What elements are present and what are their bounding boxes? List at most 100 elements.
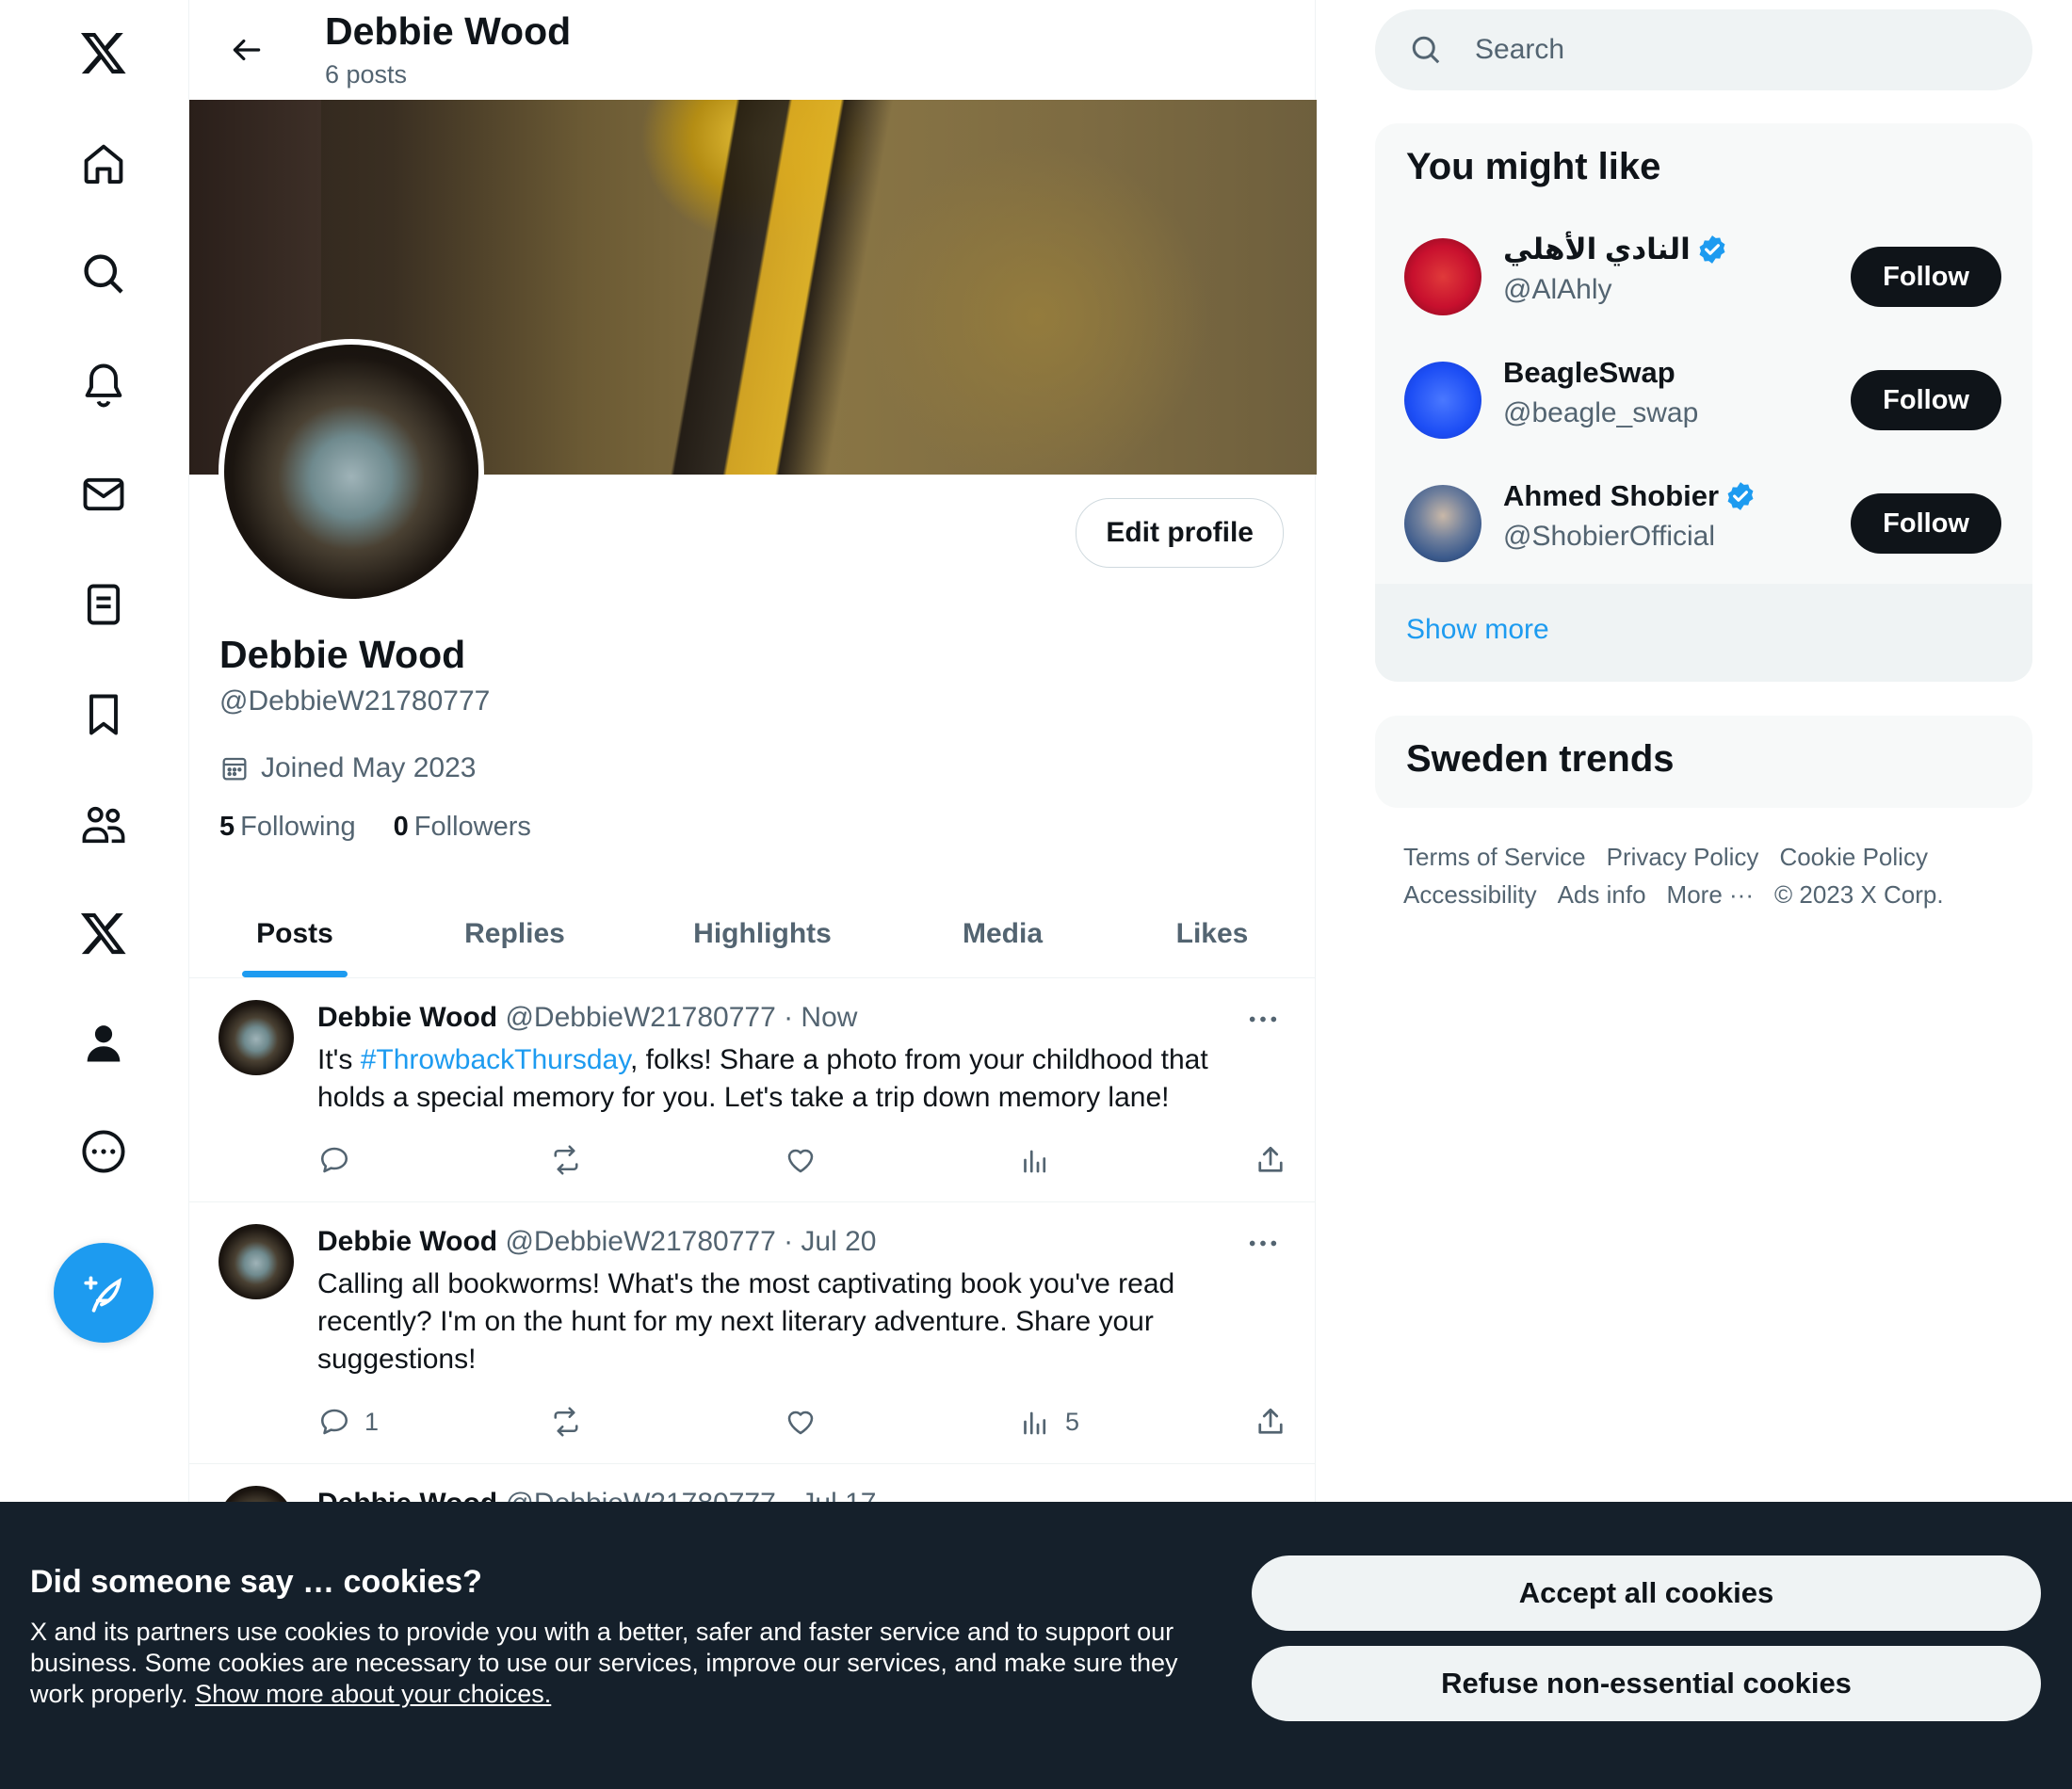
tab-label: Likes [1175,918,1249,949]
copyright-text: © 2023 X Corp. [1773,880,1944,909]
search-icon [1412,36,1440,64]
trends-title: Sweden trends [1406,738,1675,780]
repost-button[interactable] [549,1401,596,1442]
cookie-choices-link[interactable]: Show more about your choices. [195,1680,551,1708]
share-button[interactable] [1254,1401,1301,1442]
post-header: Debbie Wood @DebbieW21780777 · Now [317,1002,857,1034]
repost-button[interactable] [549,1139,596,1181]
post-more-button[interactable] [1239,1224,1287,1262]
verified-badge-icon [1727,482,1754,510]
account-name: Ahmed Shobier [1503,479,1720,512]
post-avatar[interactable] [219,1224,294,1299]
tab-media[interactable]: Media [896,891,1109,977]
reply-button[interactable] [317,1139,364,1181]
post-header: Debbie Wood @DebbieW21780777 · Jul 20 [317,1226,876,1258]
suggested-account[interactable]: BeagleSwap @beagle_swap Follow [1375,339,2032,461]
share-upload-icon [1258,1146,1283,1172]
premium-x-icon[interactable] [71,900,137,966]
followers-label: Followers [413,812,531,842]
repost-icon [554,1407,578,1437]
search-input[interactable]: Search [1375,9,2032,90]
account-name: النادي الأهلي [1503,233,1691,266]
post-item[interactable]: Debbie Wood @DebbieW21780777 · Now It's … [189,977,1315,1202]
back-button[interactable] [218,21,276,79]
calendar-icon [222,757,247,781]
privacy-link[interactable]: Privacy Policy [1607,843,1759,871]
footer-links: Terms of Service Privacy Policy Cookie Pol… [1403,838,2006,913]
ellipsis-icon [1249,1016,1277,1022]
share-upload-icon [1258,1408,1283,1434]
refuse-cookies-button[interactable]: Refuse non-essential cookies [1252,1646,2041,1721]
account-avatar[interactable] [1404,362,1481,439]
more-circle-icon[interactable] [71,1119,137,1185]
post-item[interactable]: Debbie Wood @DebbieW21780777 · Jul 20 Ca… [189,1201,1315,1464]
account-name-row: BeagleSwap [1503,356,1675,390]
suggested-account[interactable]: Ahmed Shobier @ShobierOfficial Follow [1375,462,2032,585]
account-avatar[interactable] [1404,238,1481,315]
suggested-account[interactable]: النادي الأهلي @AlAhly Follow [1375,216,2032,338]
heart-icon [787,1410,814,1435]
accessibility-link[interactable]: Accessibility [1403,880,1537,909]
joined-date: Joined May 2023 [219,752,477,784]
views-button[interactable] [1018,1139,1065,1181]
feather-plus-icon [84,1276,122,1313]
reply-bubble-icon [320,1147,348,1173]
repost-icon [554,1145,578,1175]
tab-posts[interactable]: Posts [189,891,400,977]
like-button[interactable] [784,1401,831,1442]
post-text-part: It's [317,1044,361,1075]
tab-highlights[interactable]: Highlights [629,891,896,977]
follow-button[interactable]: Follow [1851,493,2001,554]
show-more-row: Show more [1375,584,2032,682]
explore-search-icon[interactable] [71,241,137,307]
like-button[interactable] [784,1139,831,1181]
views-button[interactable]: 5 [1018,1401,1079,1442]
account-avatar[interactable] [1404,485,1481,562]
tab-likes[interactable]: Likes [1109,891,1315,977]
compose-post-button[interactable] [54,1243,154,1343]
show-more-link[interactable]: Show more [1406,614,1549,646]
cookie-policy-link[interactable]: Cookie Policy [1779,843,1928,871]
home-icon[interactable] [71,131,137,197]
post-meta: @DebbieW21780777 · Jul 20 [505,1226,877,1257]
profile-avatar[interactable] [219,339,484,604]
bookmarks-icon[interactable] [71,682,137,748]
tab-replies[interactable]: Replies [400,891,629,977]
post-more-button[interactable] [1239,1000,1287,1038]
post-author-name[interactable]: Debbie Wood [317,1226,497,1257]
account-name: BeagleSwap [1503,356,1675,389]
trends-panel: Sweden trends [1375,716,2032,808]
notifications-bell-icon[interactable] [71,351,137,417]
account-name-row: النادي الأهلي [1503,233,1728,266]
more-link[interactable]: More ··· [1667,880,1754,909]
share-button[interactable] [1254,1139,1301,1181]
follow-button[interactable]: Follow [1851,370,2001,430]
heart-icon [787,1149,814,1173]
hashtag-link[interactable]: #ThrowbackThursday [361,1044,630,1075]
communities-icon[interactable] [71,792,137,858]
post-avatar[interactable] [219,1000,294,1075]
terms-link[interactable]: Terms of Service [1403,843,1586,871]
profile-person-icon[interactable] [71,1010,137,1076]
followers-link[interactable]: 0 Followers [394,812,531,843]
you-might-like-title: You might like [1406,146,1661,187]
x-logo-icon[interactable] [71,20,137,86]
follow-button[interactable]: Follow [1851,247,2001,307]
analytics-icon [1024,1150,1046,1173]
ads-info-link[interactable]: Ads info [1558,880,1646,909]
accept-cookies-button[interactable]: Accept all cookies [1252,1555,2041,1631]
tab-label: Replies [464,918,565,949]
edit-profile-button[interactable]: Edit profile [1076,498,1284,568]
post-meta: @DebbieW21780777 · Now [505,1002,858,1033]
post-author-name[interactable]: Debbie Wood [317,1002,497,1033]
reply-button[interactable]: 1 [317,1401,379,1442]
tab-label: Media [962,918,1044,949]
following-count: 5 [219,812,235,842]
following-label: Following [240,812,356,842]
following-link[interactable]: 5 Following [219,812,356,843]
messages-envelope-icon[interactable] [71,461,137,527]
followers-count: 0 [393,812,409,842]
lists-icon[interactable] [71,572,137,637]
profile-header-bar: Debbie Wood 6 posts [189,0,1315,100]
post-actions [317,1139,1287,1181]
